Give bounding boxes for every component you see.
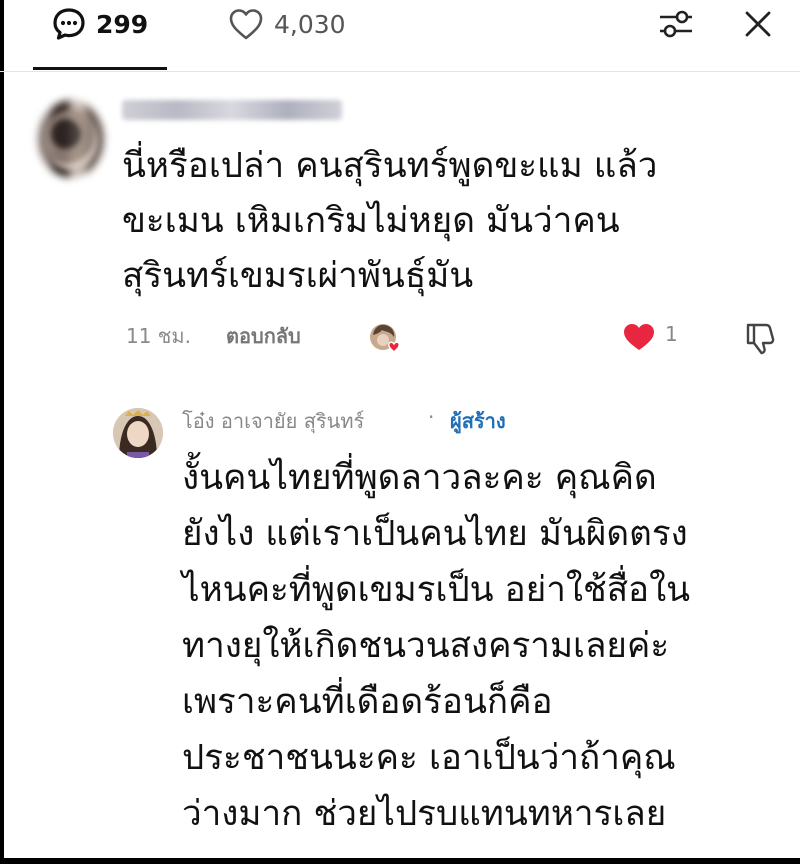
commenter-avatar-blurred-face (44, 110, 98, 170)
creator-liked-indicator (368, 322, 402, 354)
tab-comments[interactable]: 299 (52, 4, 148, 44)
comment-timestamp: 11 ชม. (126, 324, 191, 348)
filter-button[interactable] (656, 4, 696, 44)
comment-bubble-icon (53, 8, 85, 40)
creator-avatar[interactable] (113, 408, 163, 458)
likes-count: 4,030 (274, 9, 346, 39)
creator-liked-avatar-icon (370, 324, 400, 354)
heart-outline-icon (229, 9, 263, 40)
comment-like-count: 1 (665, 322, 678, 346)
reply-button[interactable]: ตอบกลับ (226, 320, 301, 352)
tab-likes[interactable]: 4,030 (228, 4, 346, 44)
active-tab-indicator (33, 67, 167, 70)
comments-header: 299 4,030 (0, 0, 800, 72)
header-divider (0, 71, 800, 72)
reply-text: งั้นคนไทยที่พูดลาวละคะ คุณคิด ยังไง แต่เ… (182, 458, 691, 834)
reply-author-name[interactable]: โอ๋ง อาเจายัย สุรินทร์ (182, 405, 364, 437)
comment-text: นี่หรือเปล่า คนสุรินทร์พูดขะแม แล้ว ขะเม… (122, 146, 658, 296)
creator-badge: ผู้สร้าง (450, 409, 506, 433)
thumbs-down-icon (746, 323, 775, 355)
heart-filled-icon (624, 324, 654, 350)
creator-avatar-image (113, 408, 163, 458)
close-icon (745, 11, 771, 37)
close-button[interactable] (738, 4, 778, 44)
like-button[interactable] (622, 322, 656, 356)
frame-left-border (0, 0, 4, 864)
author-separator: · (428, 405, 435, 429)
filter-sliders-icon (660, 10, 692, 38)
dislike-button[interactable] (742, 320, 778, 360)
frame-bottom-border (0, 858, 800, 864)
commenter-username-blurred[interactable] (122, 100, 342, 120)
comments-count: 299 (96, 9, 149, 39)
